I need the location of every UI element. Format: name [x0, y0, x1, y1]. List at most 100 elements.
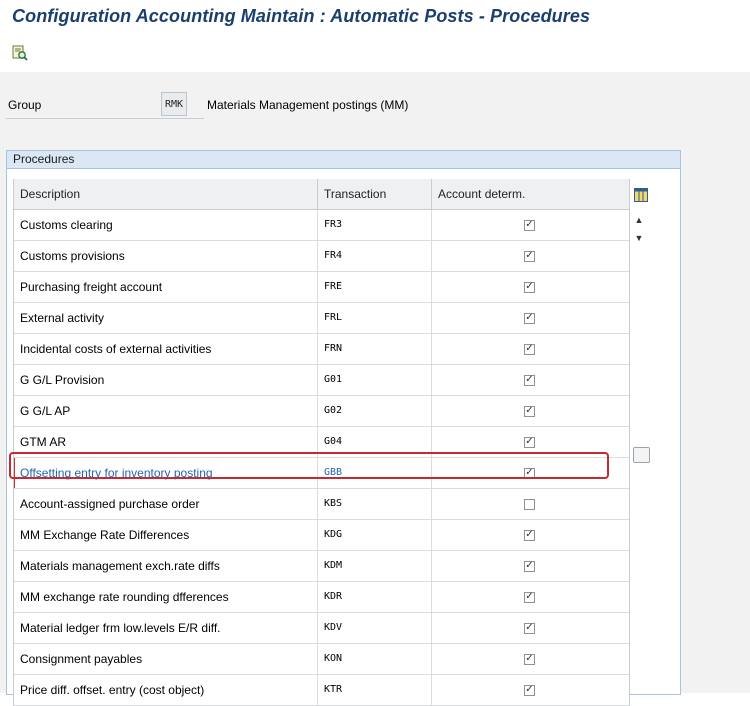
account-determ-checkbox[interactable] [524, 498, 535, 510]
account-determ-checkbox[interactable]: ✓ [524, 312, 535, 324]
table-row[interactable]: Account-assigned purchase order KBS [14, 489, 629, 520]
description-cell: MM Exchange Rate Differences [14, 520, 318, 550]
description-cell: External activity [14, 303, 318, 333]
arrow-up-icon: ▲ [634, 215, 644, 225]
group-label: Group [8, 98, 42, 112]
description-cell: Material ledger frm low.levels E/R diff. [14, 613, 318, 643]
group-underline [6, 118, 204, 119]
group-field[interactable]: RMK [161, 92, 187, 116]
description-cell: Offsetting entry for inventory posting [14, 458, 318, 488]
table-row[interactable]: G G/L AP G02 ✓ [14, 396, 629, 427]
table-row[interactable]: Consignment payables KON ✓ [14, 644, 629, 675]
account-determ-cell: ✓ [432, 396, 627, 426]
scroll-down-button[interactable]: ▼ [633, 232, 645, 244]
transaction-cell: KDG [318, 520, 432, 550]
transaction-cell: FRE [318, 272, 432, 302]
description-cell: Price diff. offset. entry (cost object) [14, 675, 318, 705]
description-cell: G G/L AP [14, 396, 318, 426]
account-determ-checkbox[interactable]: ✓ [524, 684, 535, 696]
title-bar: Configuration Accounting Maintain : Auto… [0, 0, 750, 36]
description-cell: GTM AR [14, 427, 318, 457]
table-row[interactable]: External activity FRL ✓ [14, 303, 629, 334]
table-row[interactable]: Price diff. offset. entry (cost object) K… [14, 675, 629, 706]
account-determ-cell: ✓ [432, 644, 627, 674]
transaction-cell: FR4 [318, 241, 432, 271]
page-title: Configuration Accounting Maintain : Auto… [12, 6, 591, 26]
transaction-cell: KTR [318, 675, 432, 705]
account-determ-checkbox[interactable]: ✓ [524, 250, 535, 262]
account-determ-checkbox[interactable]: ✓ [524, 343, 535, 355]
account-determ-checkbox[interactable]: ✓ [524, 405, 535, 417]
table-row[interactable]: Incidental costs of external activities F… [14, 334, 629, 365]
account-determ-cell: ✓ [432, 675, 627, 705]
transaction-cell: FRN [318, 334, 432, 364]
transaction-cell: GBB [318, 458, 432, 488]
table-header: Description Transaction Account determ. [14, 179, 629, 210]
account-determ-cell: ✓ [432, 334, 627, 364]
group-row: Group RMK Materials Management postings … [0, 72, 750, 142]
account-determ-checkbox[interactable]: ✓ [524, 281, 535, 293]
table-row[interactable]: MM exchange rate rounding dfferences KDR ✓ [14, 582, 629, 613]
account-determ-cell: ✓ [432, 613, 627, 643]
transaction-cell: KDM [318, 551, 432, 581]
account-determ-checkbox[interactable]: ✓ [524, 529, 535, 541]
table-row[interactable]: GTM AR G04 ✓ [14, 427, 629, 458]
panel-title: Procedures [7, 151, 680, 169]
description-cell: Customs provisions [14, 241, 318, 271]
column-header-transaction[interactable]: Transaction [318, 179, 432, 209]
find-button[interactable] [10, 43, 30, 63]
account-determ-cell: ✓ [432, 582, 627, 612]
find-icon [12, 45, 28, 61]
description-cell: Purchasing freight account [14, 272, 318, 302]
account-determ-cell: ✓ [432, 520, 627, 550]
column-settings-button[interactable] [633, 187, 649, 203]
transaction-cell: KDR [318, 582, 432, 612]
table-row[interactable]: G G/L Provision G01 ✓ [14, 365, 629, 396]
column-header-account-determ[interactable]: Account determ. [432, 179, 627, 209]
account-determ-checkbox[interactable]: ✓ [524, 436, 535, 448]
account-determ-checkbox[interactable]: ✓ [524, 467, 535, 479]
account-determ-cell: ✓ [432, 241, 627, 271]
procedures-panel: Procedures Description Transaction Accou… [6, 150, 681, 706]
transaction-cell: G02 [318, 396, 432, 426]
description-cell: Customs clearing [14, 210, 318, 240]
description-cell: Materials management exch.rate diffs [14, 551, 318, 581]
transaction-cell: KDV [318, 613, 432, 643]
procedures-table: Description Transaction Account determ. … [13, 179, 630, 706]
account-determ-checkbox[interactable]: ✓ [524, 622, 535, 634]
account-determ-checkbox[interactable]: ✓ [524, 560, 535, 572]
scroll-up-button[interactable]: ▲ [633, 214, 645, 226]
table-settings-icon [634, 188, 648, 202]
table-row[interactable]: Customs clearing FR3 ✓ [14, 210, 629, 241]
account-determ-cell: ✓ [432, 272, 627, 302]
transaction-cell: FR3 [318, 210, 432, 240]
table-row[interactable]: Offsetting entry for inventory posting GB… [14, 458, 629, 489]
account-determ-checkbox[interactable]: ✓ [524, 219, 535, 231]
transaction-cell: FRL [318, 303, 432, 333]
account-determ-checkbox[interactable]: ✓ [524, 374, 535, 386]
content-area: Group RMK Materials Management postings … [0, 72, 750, 706]
table-body: Customs clearing FR3 ✓ Customs provisions FR… [14, 210, 629, 706]
table-row[interactable]: Material ledger frm low.levels E/R diff.… [14, 613, 629, 644]
transaction-cell: G04 [318, 427, 432, 457]
account-determ-checkbox[interactable]: ✓ [524, 653, 535, 665]
table-row[interactable]: Customs provisions FR4 ✓ [14, 241, 629, 272]
transaction-cell: KBS [318, 489, 432, 519]
account-determ-cell: ✓ [432, 303, 627, 333]
account-determ-checkbox[interactable]: ✓ [524, 591, 535, 603]
table-row[interactable]: Materials management exch.rate diffs KDM ✓ [14, 551, 629, 582]
description-cell: Consignment payables [14, 644, 318, 674]
group-description: Materials Management postings (MM) [207, 98, 409, 112]
transaction-cell: G01 [318, 365, 432, 395]
description-cell: G G/L Provision [14, 365, 318, 395]
description-cell: Incidental costs of external activities [14, 334, 318, 364]
scrollbar-thumb[interactable] [633, 447, 650, 463]
column-header-description[interactable]: Description [14, 179, 318, 209]
account-determ-cell: ✓ [432, 551, 627, 581]
table-row[interactable]: MM Exchange Rate Differences KDG ✓ [14, 520, 629, 551]
description-cell: MM exchange rate rounding dfferences [14, 582, 318, 612]
account-determ-cell: ✓ [432, 427, 627, 457]
table-row[interactable]: Purchasing freight account FRE ✓ [14, 272, 629, 303]
account-determ-cell: ✓ [432, 210, 627, 240]
toolbar [0, 36, 750, 72]
